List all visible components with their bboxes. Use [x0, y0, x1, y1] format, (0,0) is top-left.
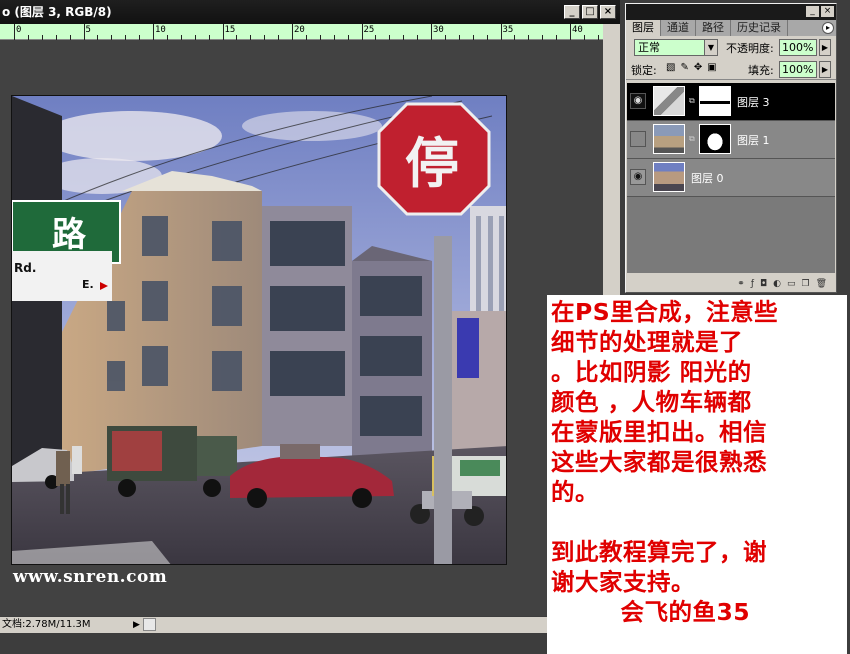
- lock-pixels-brush-icon[interactable]: ✎: [680, 62, 688, 73]
- palette-close-button[interactable]: ×: [821, 6, 834, 17]
- ruler-number: 30: [433, 25, 444, 35]
- opacity-label: 不透明度:: [726, 42, 774, 55]
- opacity-input[interactable]: 100%: [779, 39, 817, 56]
- ruler-tick: [14, 24, 15, 40]
- chevron-down-icon: ▼: [704, 40, 717, 55]
- layer-mask-thumbnail[interactable]: [699, 124, 731, 154]
- street-sign-rd: Rd.: [14, 261, 36, 275]
- lock-label: 锁定:: [631, 64, 657, 77]
- layer-thumbnail: [653, 124, 685, 154]
- layer-row[interactable]: ◉ ⧉ 图层 3: [627, 83, 835, 121]
- layer-name[interactable]: 图层 1: [737, 132, 770, 148]
- layers-palette: _ × 图层 通道 路径 历史记录 ▸ 正常 ▼ 不透明度: 100% ▶ 锁定…: [625, 3, 837, 293]
- ruler-number: 25: [363, 25, 375, 35]
- fill-input[interactable]: 100%: [779, 61, 817, 78]
- layer-style-icon[interactable]: ƒ: [751, 276, 754, 292]
- ruler-tick: [570, 24, 571, 40]
- trash-icon[interactable]: 🗑: [816, 276, 827, 292]
- palette-tabs: 图层 通道 路径 历史记录 ▸: [626, 20, 836, 36]
- status-menu-arrow-icon[interactable]: ▶: [133, 617, 140, 633]
- tab-history[interactable]: 历史记录: [731, 20, 788, 36]
- tab-channels[interactable]: 通道: [661, 20, 696, 36]
- street-sign-dir: E.: [82, 278, 94, 291]
- ruler-number: 35: [502, 25, 514, 35]
- palette-footer: ⚭ ƒ ◘ ◐ ▭ ❐ 🗑: [627, 276, 835, 292]
- horizontal-scroll-button[interactable]: [143, 618, 156, 631]
- lock-all-icon[interactable]: ▣: [707, 62, 716, 73]
- ruler-number: 10: [155, 25, 166, 35]
- document-title: o (图层 3, RGB/8): [2, 5, 112, 19]
- ruler-corner: [603, 24, 620, 40]
- palette-menu-icon[interactable]: ▸: [822, 22, 834, 34]
- ruler-number: 15: [224, 25, 236, 35]
- minimize-button[interactable]: _: [564, 5, 580, 19]
- eye-hidden-icon[interactable]: [630, 131, 646, 147]
- ruler-number: 0: [16, 25, 22, 35]
- street-photo: 路 Rd. E. 停: [12, 96, 506, 564]
- tab-layers[interactable]: 图层: [626, 20, 661, 36]
- lock-row: 锁定: ▧ ✎ ✥ ▣ 填充: 100% ▶: [626, 58, 836, 80]
- ruler-number: 40: [572, 25, 583, 35]
- ruler-number: 5: [85, 25, 91, 35]
- ruler-tick: [500, 24, 502, 40]
- document-size: 文档:2.78M/11.3M: [2, 619, 91, 630]
- tutorial-note: 在PS里合成，注意些 细节的处理就是了 。比如阴影 阳光的 颜色 ，人物车辆都 …: [547, 295, 847, 654]
- maximize-button[interactable]: □: [582, 5, 598, 19]
- ruler-tick: [222, 24, 224, 40]
- eye-icon[interactable]: ◉: [630, 169, 646, 185]
- fill-slider-button[interactable]: ▶: [819, 61, 831, 78]
- layer-mask-thumbnail[interactable]: [699, 86, 731, 116]
- layer-row[interactable]: ◉ 图层 0: [627, 159, 835, 197]
- palette-minimize-button[interactable]: _: [806, 6, 819, 17]
- ruler-tick: [431, 24, 432, 40]
- photoshop-screen: o (图层 3, RGB/8) _ □ × 0 5 10 15 20 25 30 35 40: [0, 0, 850, 654]
- ruler-tick: [361, 24, 363, 40]
- layer-name[interactable]: 图层 0: [691, 170, 724, 186]
- add-mask-icon[interactable]: ◘: [760, 276, 767, 292]
- layer-thumbnail: [653, 162, 685, 192]
- window-buttons: _ □ ×: [564, 5, 616, 19]
- workspace-strip: [0, 633, 620, 654]
- layer-thumbnail: [653, 86, 685, 116]
- watermark: www.snren.com: [13, 567, 168, 587]
- adjustment-layer-icon[interactable]: ◐: [773, 276, 781, 292]
- opacity-slider-button[interactable]: ▶: [819, 39, 831, 56]
- lock-position-move-icon[interactable]: ✥: [694, 62, 702, 73]
- status-bar: 文档:2.78M/11.3M ▶: [0, 617, 620, 633]
- link-chain-icon[interactable]: ⧉: [689, 96, 695, 106]
- ruler-tick: [83, 24, 85, 40]
- canvas-image[interactable]: 路 Rd. E. 停: [11, 95, 507, 565]
- ruler-tick: [292, 24, 293, 40]
- layer-row[interactable]: ⧉ 图层 1: [627, 121, 835, 159]
- document-title-bar[interactable]: o (图层 3, RGB/8) _ □ ×: [0, 0, 620, 24]
- new-group-icon[interactable]: ▭: [787, 276, 796, 292]
- horizontal-ruler[interactable]: 0 5 10 15 20 25 30 35 40: [0, 24, 603, 40]
- lock-transparency-icon[interactable]: ▧: [666, 62, 675, 73]
- lock-icons: ▧ ✎ ✥ ▣: [666, 62, 717, 73]
- close-button[interactable]: ×: [600, 5, 616, 19]
- ruler-number: 20: [294, 25, 305, 35]
- tab-paths[interactable]: 路径: [696, 20, 731, 36]
- street-sign-text: 路: [52, 215, 87, 255]
- palette-title-bar[interactable]: _ ×: [626, 4, 836, 20]
- blend-mode-value: 正常: [638, 41, 660, 54]
- link-layers-icon[interactable]: ⚭: [737, 276, 745, 292]
- layer-name[interactable]: 图层 3: [737, 94, 770, 110]
- blend-mode-select[interactable]: 正常 ▼: [634, 39, 718, 56]
- layer-list: ◉ ⧉ 图层 3 ⧉ 图层 1 ◉ 图层 0: [627, 83, 835, 273]
- fill-label: 填充:: [748, 64, 774, 77]
- eye-icon[interactable]: ◉: [630, 93, 646, 109]
- blend-row: 正常 ▼ 不透明度: 100% ▶: [626, 36, 836, 58]
- stop-sign-text: 停: [405, 132, 459, 195]
- ruler-tick: [153, 24, 154, 40]
- link-chain-icon[interactable]: ⧉: [689, 134, 695, 144]
- new-layer-icon[interactable]: ❐: [801, 276, 809, 292]
